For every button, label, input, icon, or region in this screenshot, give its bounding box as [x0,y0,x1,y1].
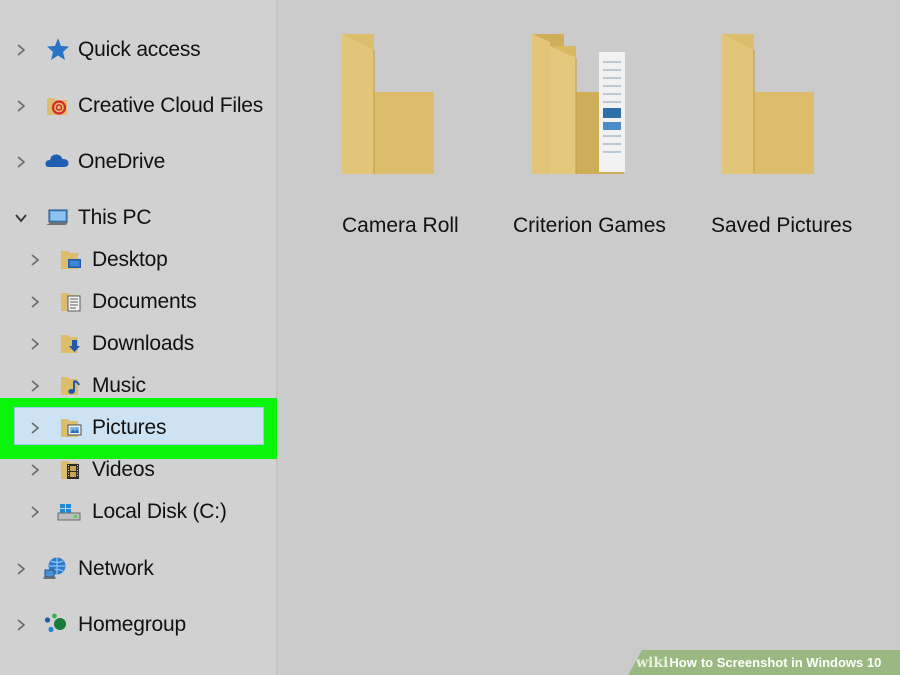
nav-label: Downloads [92,332,195,355]
nav-item-pictures[interactable]: Pictures [0,410,270,446]
chevron-right-icon[interactable] [26,503,44,521]
nav-item-videos[interactable]: Videos [0,452,270,488]
chevron-down-icon[interactable] [12,209,30,227]
nav-label: Music [92,374,146,397]
nav-label: OneDrive [78,150,166,173]
documents-folder-icon [58,288,84,314]
videos-folder-icon [58,456,84,482]
music-folder-icon [58,372,84,398]
pictures-folder-icon [58,414,84,440]
chevron-right-icon[interactable] [26,335,44,353]
nav-item-documents[interactable]: Documents [0,284,270,320]
chevron-right-icon[interactable] [12,153,30,171]
chevron-right-icon[interactable] [26,293,44,311]
chevron-right-icon[interactable] [26,377,44,395]
local-disk-icon [56,498,82,524]
nav-item-desktop[interactable]: Desktop [0,242,270,278]
nav-label: Documents [92,290,197,313]
downloads-folder-icon [58,330,84,356]
chevron-right-icon[interactable] [26,251,44,269]
nav-item-onedrive[interactable]: OneDrive [0,144,270,180]
chevron-right-icon[interactable] [26,461,44,479]
wikihow-banner: wiki How to Screenshot in Windows 10 [628,650,900,675]
chevron-right-icon[interactable] [12,616,30,634]
nav-item-network[interactable]: Network [0,551,270,587]
nav-item-downloads[interactable]: Downloads [0,326,270,362]
nav-label: Pictures [92,416,167,439]
chevron-right-icon[interactable] [12,97,30,115]
nav-item-quick-access[interactable]: Quick access [0,32,270,68]
folder-with-files-icon [532,34,625,174]
folder-icon [722,34,814,174]
folder-camera-roll[interactable]: Camera Roll [314,28,484,237]
nav-label: Quick access [78,38,201,61]
banner-title: to Screenshot in Windows 10 [700,655,882,670]
wikihow-logo-wiki: wiki [636,654,669,671]
folder-label: Camera Roll [342,214,459,237]
chevron-right-icon[interactable] [12,560,30,578]
star-icon [44,36,70,62]
folder-view: Camera Roll Criterion Games Saved Pictur… [278,0,900,675]
nav-label: This PC [78,206,152,229]
folder-icon [342,34,434,174]
nav-label: Network [78,557,154,580]
homegroup-icon [43,611,69,637]
navigation-pane: Quick access Creative Cloud Files OneDri… [0,0,278,675]
folder-label: Criterion Games [513,214,666,237]
folder-saved-pictures[interactable]: Saved Pictures [694,28,864,237]
nav-label: Homegroup [78,613,186,636]
chevron-right-icon[interactable] [26,419,44,437]
chevron-right-icon[interactable] [12,41,30,59]
creative-cloud-icon [44,92,70,118]
nav-item-homegroup[interactable]: Homegroup [0,607,270,643]
wikihow-logo-how: How [669,655,697,670]
network-icon [43,555,69,581]
computer-icon [44,204,70,230]
nav-label: Desktop [92,248,168,271]
desktop-folder-icon [58,246,84,272]
nav-label: Local Disk (C:) [92,500,227,523]
folder-criterion-games[interactable]: Criterion Games [504,28,674,237]
nav-label: Creative Cloud Files [78,94,264,117]
folder-label: Saved Pictures [711,214,853,237]
nav-item-local-disk[interactable]: Local Disk (C:) [0,494,270,530]
cloud-icon [44,148,70,174]
nav-item-this-pc[interactable]: This PC [0,200,270,236]
nav-label: Videos [92,458,155,481]
nav-item-creative-cloud-files[interactable]: Creative Cloud Files [0,88,270,124]
